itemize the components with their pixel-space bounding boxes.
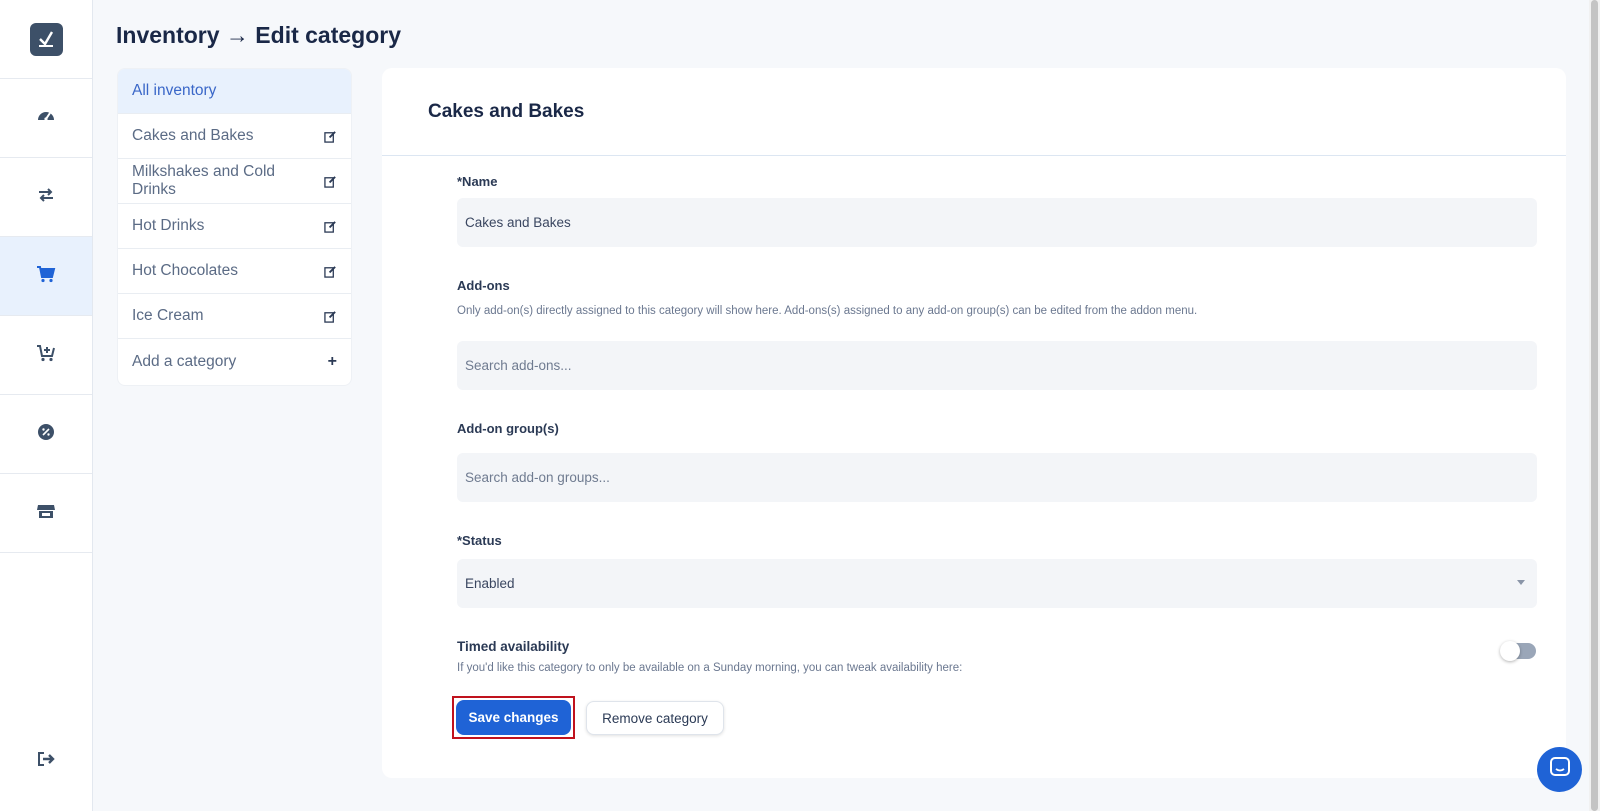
nav-rail (0, 0, 93, 811)
addon-groups-label: Add-on group(s) (457, 421, 559, 436)
plus-icon: + (327, 353, 337, 370)
category-item[interactable]: Ice Cream (118, 294, 351, 339)
chat-launcher-button[interactable] (1537, 747, 1582, 792)
add-category-button[interactable]: Add a category + (118, 339, 351, 385)
remove-category-button[interactable]: Remove category (586, 701, 724, 735)
category-label: Cakes and Bakes (132, 127, 254, 144)
category-item[interactable]: Milkshakes and Cold Drinks (118, 159, 351, 204)
category-label: All inventory (132, 82, 217, 99)
category-label: Hot Chocolates (132, 262, 238, 279)
scrollbar-thumb[interactable] (1591, 0, 1598, 811)
addons-label: Add-ons (457, 278, 510, 293)
edit-icon[interactable] (324, 310, 337, 323)
discount-badge-icon (36, 422, 56, 447)
logout-icon (36, 749, 56, 774)
save-button-highlight: Save changes (452, 696, 575, 739)
dashboard-gauge-icon (36, 106, 56, 131)
timed-availability-help-text: If you'd like this category to only be a… (457, 662, 963, 674)
category-label: Hot Drinks (132, 217, 205, 234)
save-changes-button[interactable]: Save changes (456, 700, 571, 735)
status-select-value: Enabled (465, 576, 515, 591)
edit-icon[interactable] (324, 130, 337, 143)
transfer-arrows-icon (36, 185, 56, 210)
page-scrollbar[interactable] (1589, 0, 1600, 811)
category-item[interactable]: Hot Drinks (118, 204, 351, 249)
edit-icon[interactable] (324, 175, 337, 188)
category-list: All inventory Cakes and Bakes Milkshakes… (117, 68, 352, 386)
addon-groups-search-input[interactable]: Search add-on groups... (457, 453, 1537, 502)
status-select[interactable]: Enabled (457, 559, 1537, 608)
category-label: Milkshakes and Cold Drinks (132, 163, 276, 198)
timed-availability-toggle[interactable] (1500, 641, 1536, 661)
cart-plus-icon (36, 343, 56, 368)
edit-icon[interactable] (324, 265, 337, 278)
category-item[interactable]: Cakes and Bakes (118, 114, 351, 159)
edit-icon[interactable] (324, 220, 337, 233)
edit-category-panel: Cakes and Bakes *Name Cakes and Bakes Ad… (382, 68, 1566, 778)
panel-title: Cakes and Bakes (382, 68, 1566, 156)
category-item[interactable]: Hot Chocolates (118, 249, 351, 294)
name-label: *Name (457, 174, 498, 189)
logout-button[interactable] (0, 741, 92, 781)
nav-inventory[interactable] (0, 237, 92, 316)
category-label: Ice Cream (132, 307, 204, 324)
nav-dashboard[interactable] (0, 79, 92, 158)
timed-availability-label: Timed availability (457, 639, 570, 654)
nav-store[interactable] (0, 474, 92, 553)
store-icon (36, 501, 56, 526)
addons-help-text: Only add-on(s) directly assigned to this… (457, 305, 1198, 317)
add-category-label: Add a category (132, 353, 237, 370)
nav-orders[interactable] (0, 316, 92, 395)
toggle-knob (1500, 641, 1520, 661)
logo-check-icon (29, 22, 63, 56)
nav-discounts[interactable] (0, 395, 92, 474)
nav-transactions[interactable] (0, 158, 92, 237)
page-title: Inventory → Edit category (116, 22, 402, 48)
chat-icon (1549, 756, 1571, 783)
addons-search-input[interactable]: Search add-ons... (457, 341, 1537, 390)
category-all-inventory[interactable]: All inventory (118, 69, 351, 114)
name-input[interactable]: Cakes and Bakes (457, 198, 1537, 247)
status-label: *Status (457, 533, 502, 548)
chevron-down-icon (1517, 580, 1525, 585)
app-logo[interactable] (0, 0, 92, 79)
cart-icon (36, 264, 56, 289)
